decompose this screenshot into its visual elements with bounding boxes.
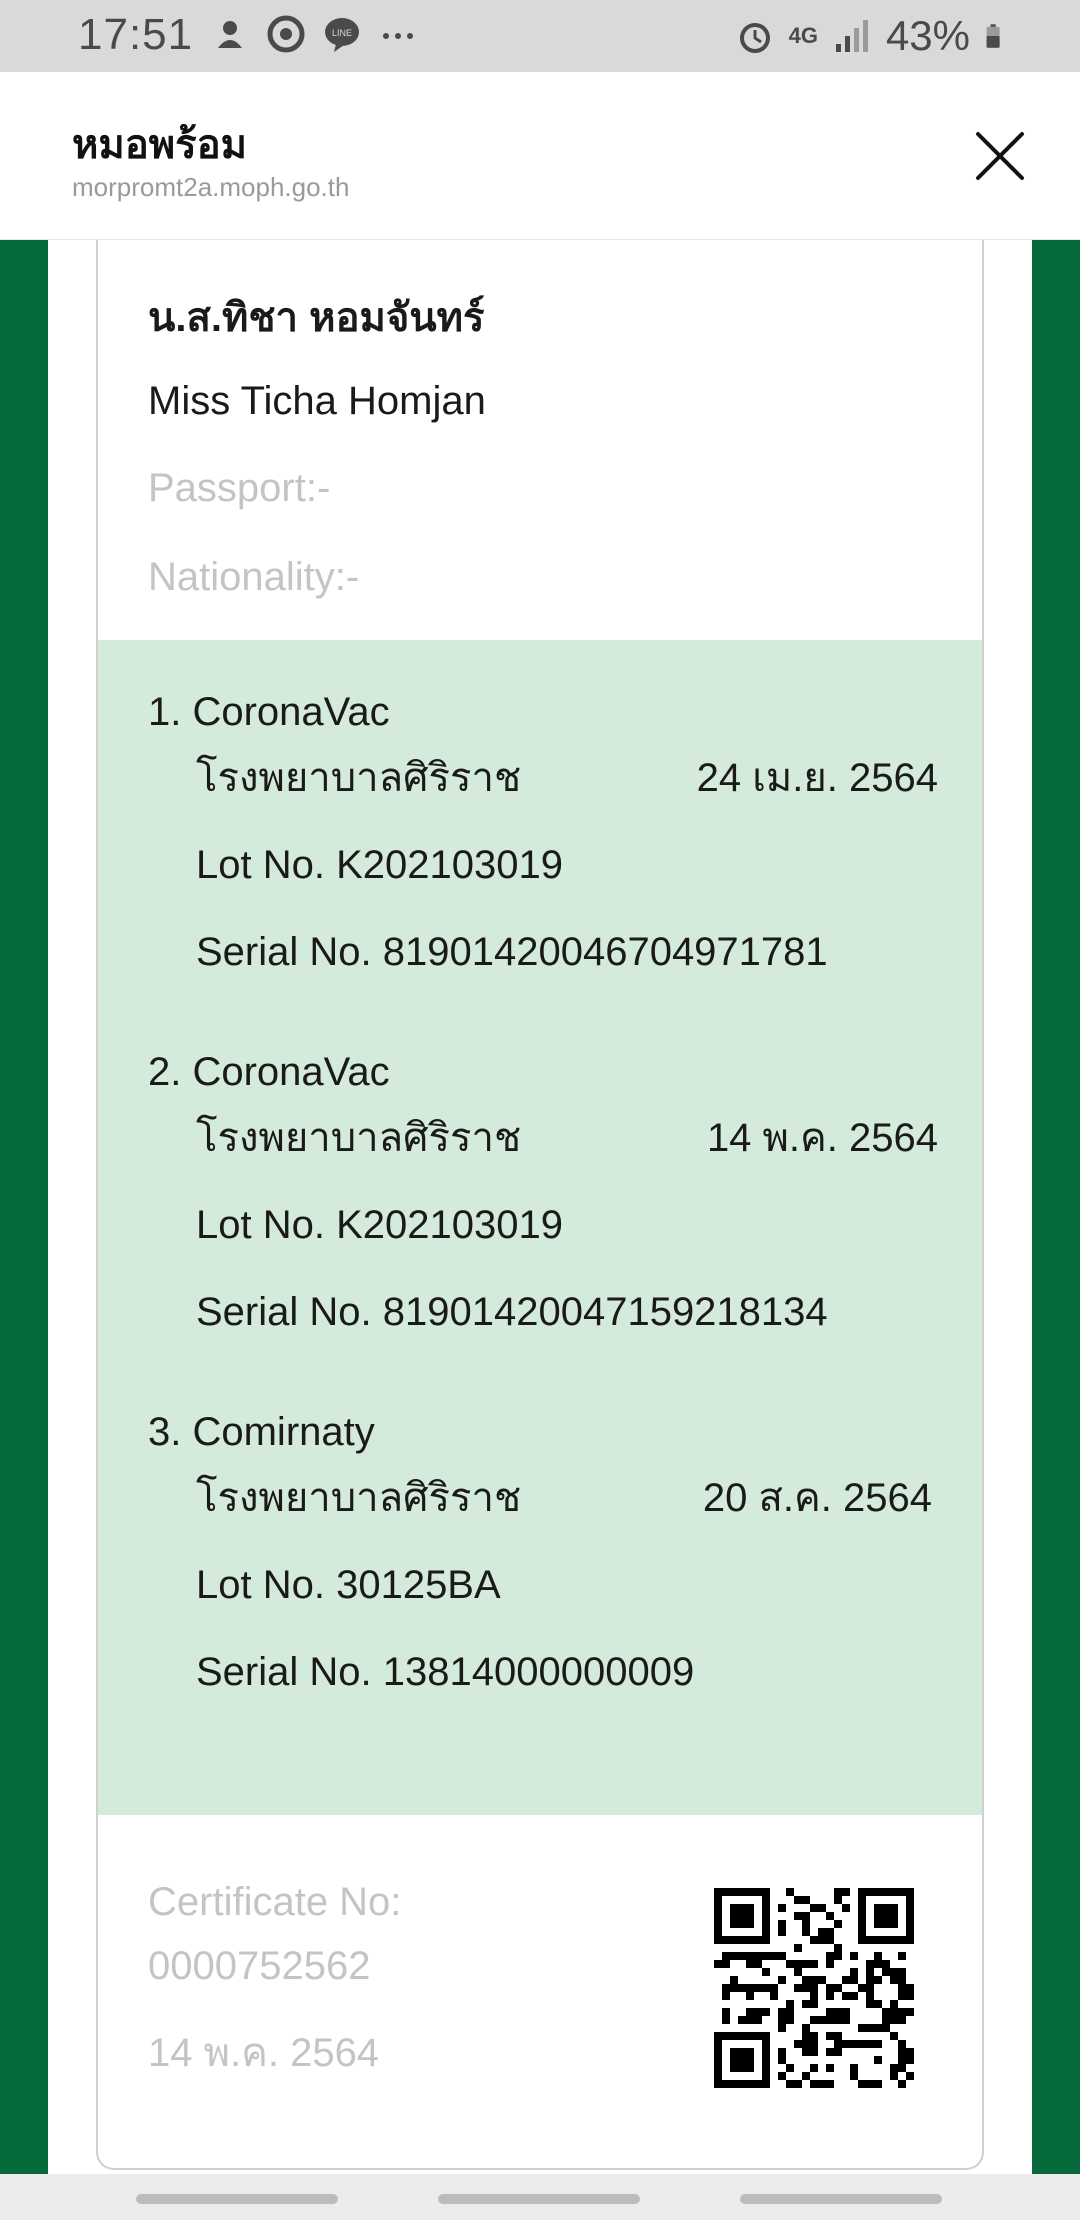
app-header: หมอพร้อม morpromt2a.moph.go.th xyxy=(0,72,1080,240)
nationality-field: Nationality:- xyxy=(148,555,360,599)
more-icon xyxy=(383,33,413,39)
certificate-label: Certificate No: xyxy=(148,1880,402,1924)
dose-item: 1. CoronaVac โรงพยาบาลศิริราช 24 เม.ย. 2… xyxy=(148,690,938,996)
line-icon: LINE xyxy=(325,18,359,52)
status-left-icons: LINE xyxy=(210,14,418,54)
battery-percent: 43% xyxy=(885,12,970,59)
dose-lot: Lot No. K202103019 xyxy=(196,843,563,887)
nav-back-button[interactable] xyxy=(740,2194,942,2204)
dose-lot: Lot No. 30125BA xyxy=(196,1563,501,1607)
certificate-date: 14 พ.ค. 2564 xyxy=(148,2031,380,2075)
chrome-icon xyxy=(267,15,305,53)
navigation-bar xyxy=(0,2174,1080,2220)
name-english: Miss Ticha Homjan xyxy=(148,379,486,423)
status-right-icons: 4G 43% xyxy=(735,12,1010,60)
network-indicator: 4G xyxy=(788,23,818,48)
dose-hospital-row: โรงพยาบาลศิริราช 20 ส.ค. 2564 xyxy=(196,1455,938,1542)
dose-title: 2. CoronaVac xyxy=(148,1050,390,1094)
dose-hospital: โรงพยาบาลศิริราช xyxy=(196,756,522,800)
svg-text:LINE: LINE xyxy=(332,28,352,38)
passport-field: Passport:- xyxy=(148,466,331,510)
dose-item: 3. Comirnaty โรงพยาบาลศิริราช 20 ส.ค. 25… xyxy=(148,1410,938,1716)
certificate-info: Certificate No: 0000752562 14 พ.ค. 2564 xyxy=(148,1870,401,2084)
nav-recent-button[interactable] xyxy=(136,2194,338,2204)
status-time: 17:51 xyxy=(78,10,194,59)
page-url: morpromt2a.moph.go.th xyxy=(72,172,350,202)
dose-hospital: โรงพยาบาลศิริราช xyxy=(196,1116,522,1160)
dose-title: 1. CoronaVac xyxy=(148,690,390,734)
dose-lot: Lot No. K202103019 xyxy=(196,1203,563,1247)
dose-serial: Serial No. 81901420047159218134 xyxy=(196,1290,828,1334)
dose-date: 14 พ.ค. 2564 xyxy=(706,1116,938,1160)
dose-hospital-row: โรงพยาบาลศิริราช 14 พ.ค. 2564 xyxy=(196,1095,938,1182)
dose-date: 20 ส.ค. 2564 xyxy=(702,1476,932,1520)
page-title: หมอพร้อม xyxy=(72,123,247,167)
dose-title: 3. Comirnaty xyxy=(148,1410,375,1454)
vaccine-certificate-card: น.ส.ทิชา หอมจันทร์ Miss Ticha Homjan Pas… xyxy=(96,240,984,2170)
close-icon[interactable] xyxy=(968,124,1032,188)
dose-hospital-row: โรงพยาบาลศิริราช 24 เม.ย. 2564 xyxy=(196,735,938,822)
battery-icon xyxy=(986,24,1000,48)
name-thai: น.ส.ทิชา หอมจันทร์ xyxy=(148,296,485,340)
dose-hospital: โรงพยาบาลศิริราช xyxy=(196,1476,522,1520)
dose-serial: Serial No. 13814000000009 xyxy=(196,1650,695,1694)
person-info: น.ส.ทิชา หอมจันทร์ Miss Ticha Homjan Pas… xyxy=(148,285,486,600)
notification-icon xyxy=(218,21,242,48)
alarm-icon xyxy=(739,23,770,53)
signal-icon xyxy=(835,20,868,52)
vaccination-list: 1. CoronaVac โรงพยาบาลศิริราช 24 เม.ย. 2… xyxy=(98,640,982,1815)
dose-item: 2. CoronaVac โรงพยาบาลศิริราช 14 พ.ค. 25… xyxy=(148,1050,938,1356)
nav-home-button[interactable] xyxy=(438,2194,640,2204)
dose-date: 24 เม.ย. 2564 xyxy=(696,756,938,800)
dose-serial: Serial No. 81901420046704971781 xyxy=(196,930,828,974)
status-bar: 17:51 LINE 4G 43% xyxy=(0,0,1080,72)
certificate-number: 0000752562 xyxy=(148,1944,371,1988)
qr-code xyxy=(714,1888,914,2088)
